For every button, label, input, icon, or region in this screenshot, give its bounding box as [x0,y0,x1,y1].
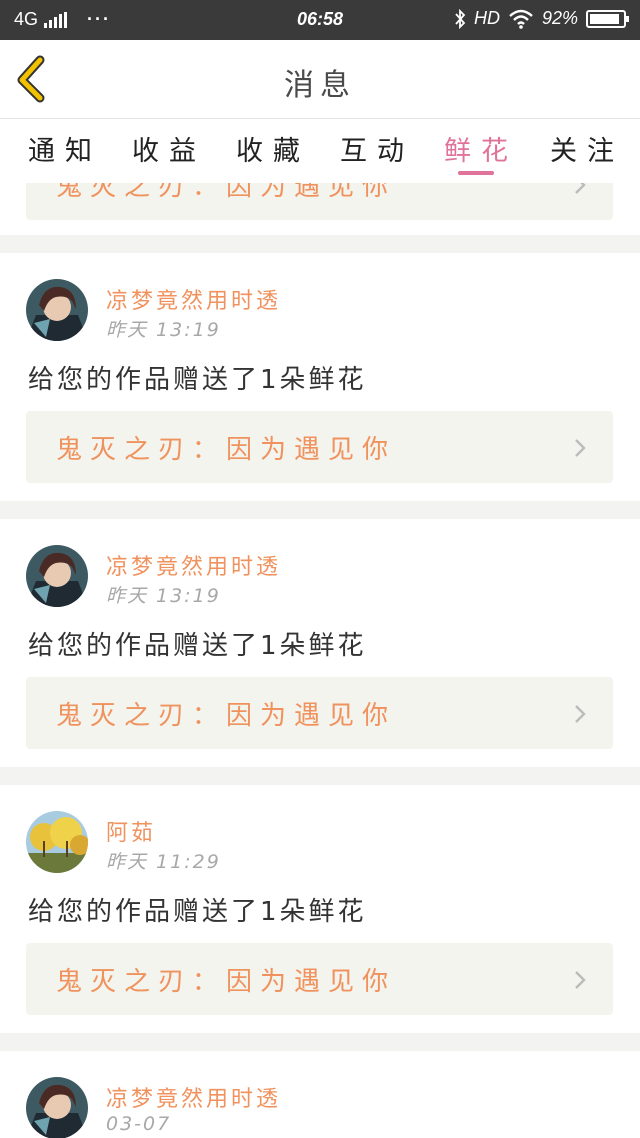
avatar[interactable] [26,279,88,341]
avatar[interactable] [26,811,88,873]
wifi-icon [509,9,533,29]
work-link[interactable]: 鬼灭之刃：因为遇见你 [26,677,613,749]
chevron-right-icon [575,971,586,989]
tab-flowers[interactable]: 鲜花 [444,129,518,168]
tab-favorites[interactable]: 收藏 [236,129,310,168]
user-name[interactable]: 凉梦竟然用时透 [106,549,281,581]
message-card: 凉梦竟然用时透 昨天 13:19 给您的作品赠送了1朵鲜花 鬼灭之刃：因为遇见你 [0,253,640,501]
user-name[interactable]: 阿茹 [106,815,156,847]
work-title: 鬼灭之刃：因为遇见你 [56,967,397,997]
status-bar: 4G ··· 06:58 HD 92% [0,0,640,40]
anime-warrior-avatar [26,279,88,341]
status-right: HD 92% [454,8,629,29]
tab-interactions[interactable]: 互动 [340,129,414,168]
message-time: 昨天 11:29 [106,851,221,873]
battery-percent: 92% [541,8,578,28]
work-title: 鬼灭之刃：因为遇见你 [56,701,397,731]
work-link[interactable]: 鬼灭之刃：因为遇见你 [26,183,613,220]
hd-label: HD [473,8,500,28]
autumn-trees-avatar [26,811,88,873]
chevron-right-icon [575,439,586,457]
message-card: 凉梦竟然用时透 昨天 13:19 给您的作品赠送了1朵鲜花 鬼灭之刃：因为遇见你 [0,519,640,767]
user-name[interactable]: 凉梦竟然用时透 [106,1081,281,1113]
anime-warrior-avatar [26,545,88,607]
message-card: 凉梦竟然用时透 03-07 [0,1051,640,1138]
message-card: 阿茹 昨天 11:29 给您的作品赠送了1朵鲜花 鬼灭之刃：因为遇见你 [0,785,640,1033]
header: 消息 [0,40,640,119]
tab-notifications[interactable]: 通知 [28,129,102,168]
work-title: 鬼灭之刃：因为遇见你 [56,183,397,202]
tab-bar: 通知 收益 收藏 互动 鲜花 关注 [0,119,640,183]
tab-earnings[interactable]: 收益 [132,129,206,168]
message-time: 昨天 13:19 [106,585,221,607]
message-card: 鬼灭之刃：因为遇见你 [0,183,640,235]
work-link[interactable]: 鬼灭之刃：因为遇见你 [26,943,613,1015]
message-text: 给您的作品赠送了1朵鲜花 [28,631,367,661]
tab-follows[interactable]: 关注 [550,129,624,168]
battery-icon [586,9,629,28]
work-link[interactable]: 鬼灭之刃：因为遇见你 [26,411,613,483]
anime-warrior-avatar [26,1077,88,1138]
page-title: 消息 [284,68,356,103]
bluetooth-icon [455,8,466,29]
message-feed[interactable]: 鬼灭之刃：因为遇见你 凉梦竟然用时透 昨天 13:19 给您的作品赠送了1朵鲜花… [0,183,640,1138]
avatar[interactable] [26,1077,88,1138]
work-title: 鬼灭之刃：因为遇见你 [56,435,397,465]
message-time: 03-07 [106,1113,172,1135]
message-text: 给您的作品赠送了1朵鲜花 [28,365,367,395]
avatar[interactable] [26,545,88,607]
active-tab-indicator [458,171,494,175]
battery-level [590,13,620,24]
user-name[interactable]: 凉梦竟然用时透 [106,283,281,315]
message-time: 昨天 13:19 [106,319,221,341]
message-text: 给您的作品赠送了1朵鲜花 [28,897,367,927]
chevron-right-icon [575,705,586,723]
chevron-right-icon [575,183,586,194]
